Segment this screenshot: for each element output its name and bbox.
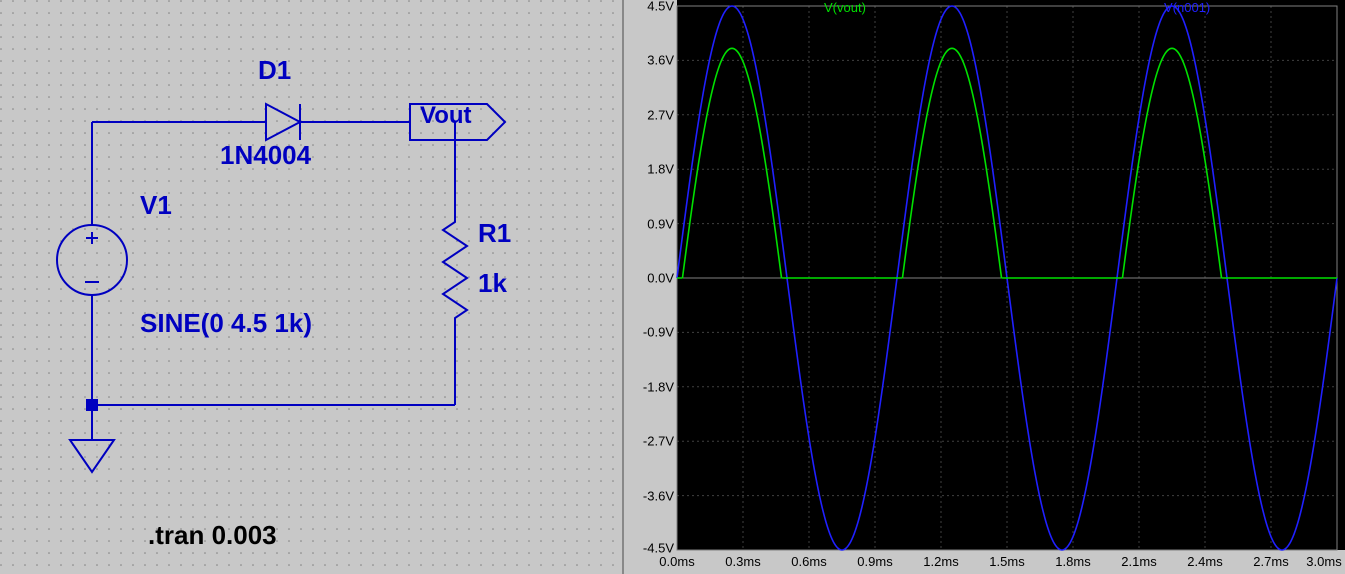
y-tick: -3.6V (626, 488, 674, 503)
x-tick: 2.4ms (1187, 554, 1222, 569)
legend-vout[interactable]: V(vout) (824, 0, 866, 15)
x-tick: 2.7ms (1253, 554, 1288, 569)
x-tick: 2.1ms (1121, 554, 1156, 569)
y-tick: 4.5V (626, 0, 674, 14)
y-tick: -1.8V (626, 379, 674, 394)
x-tick: 0.9ms (857, 554, 892, 569)
y-tick: 3.6V (626, 53, 674, 68)
x-tick: 0.0ms (659, 554, 694, 569)
legend-vn001[interactable]: V(n001) (1164, 0, 1210, 15)
schematic-pane[interactable]: D1 1N4004 V1 SINE(0 4.5 1k) R1 1k Vout .… (0, 0, 624, 574)
x-tick: 1.2ms (923, 554, 958, 569)
x-tick: 1.8ms (1055, 554, 1090, 569)
source-refdes[interactable]: V1 (140, 190, 172, 221)
plot-svg (624, 0, 1345, 574)
x-tick: 0.3ms (725, 554, 760, 569)
x-tick: 0.6ms (791, 554, 826, 569)
spice-directive[interactable]: .tran 0.003 (148, 520, 277, 551)
x-tick: 3.0ms (1306, 554, 1341, 569)
plot-pane[interactable]: 4.5V 3.6V 2.7V 1.8V 0.9V 0.0V -0.9V -1.8… (624, 0, 1345, 574)
y-tick: -0.9V (626, 325, 674, 340)
y-tick: 0.9V (626, 216, 674, 231)
diode-refdes[interactable]: D1 (258, 55, 291, 86)
schematic-svg (0, 0, 622, 574)
net-label-text[interactable]: Vout (420, 102, 472, 130)
resistor-refdes[interactable]: R1 (478, 218, 511, 249)
y-tick: 0.0V (626, 271, 674, 286)
y-tick: 1.8V (626, 162, 674, 177)
y-tick: 2.7V (626, 107, 674, 122)
resistor-value[interactable]: 1k (478, 268, 507, 299)
x-tick: 1.5ms (989, 554, 1024, 569)
source-value[interactable]: SINE(0 4.5 1k) (140, 308, 312, 339)
diode-model[interactable]: 1N4004 (220, 140, 311, 171)
y-tick: -2.7V (626, 434, 674, 449)
